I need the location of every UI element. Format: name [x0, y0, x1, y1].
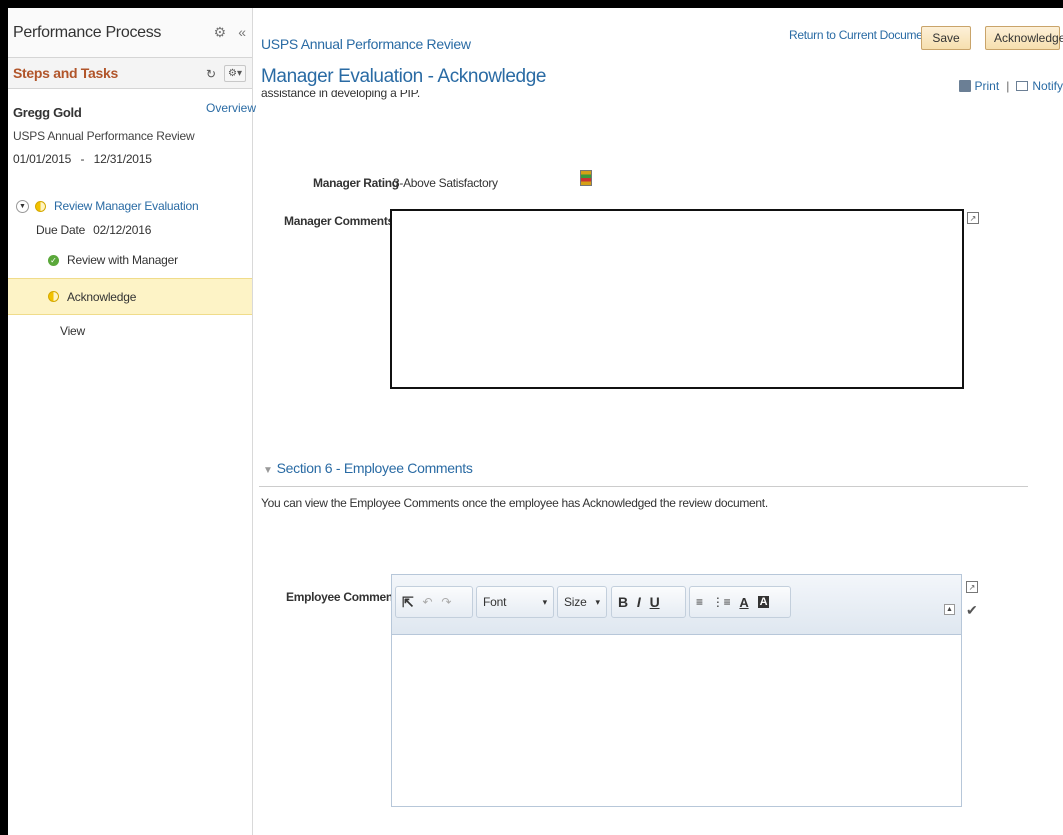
- completed-check-icon: ✓: [48, 254, 59, 266]
- collapse-toggle-icon[interactable]: ▼: [16, 199, 29, 213]
- section-6-note: You can view the Employee Comments once …: [261, 496, 768, 510]
- bold-button[interactable]: B: [618, 594, 628, 610]
- review-period: 01/01/2015 - 12/31/2015: [13, 152, 252, 166]
- truncated-text: assistance in developing a PIP.: [261, 90, 421, 100]
- in-progress-icon: [35, 200, 46, 212]
- manager-comments-label: Manager Comments: [284, 214, 394, 228]
- task-tree: ▼ Review Manager Evaluation Due Date 02/…: [8, 194, 252, 343]
- chevron-down-icon[interactable]: ▾: [596, 597, 601, 608]
- underline-button[interactable]: U: [650, 594, 660, 610]
- toolbar-group-lists: ≡ ⋮≡ A A: [689, 586, 791, 618]
- refresh-icon[interactable]: ↻: [206, 67, 216, 81]
- overview-link[interactable]: Overview: [206, 101, 256, 115]
- text-color-button[interactable]: A: [739, 595, 748, 610]
- in-progress-icon: [48, 291, 59, 302]
- employee-comments-editor: ⇱ ↶ ↷ Font ▾ Size ▾ B I U ≡ ⋮≡ A A ▲: [391, 574, 962, 807]
- save-button[interactable]: Save: [921, 26, 971, 50]
- toolbar-group-format: B I U: [611, 586, 686, 618]
- print-icon[interactable]: [958, 80, 971, 92]
- page-title: Manager Evaluation - Acknowledge: [261, 66, 547, 87]
- date-from: 01/01/2015: [13, 152, 72, 166]
- employee-comments-label: Employee Comments: [286, 590, 403, 604]
- task-acknowledge[interactable]: Acknowledge: [8, 278, 252, 315]
- gear-dropdown-button[interactable]: ⚙▾: [224, 65, 246, 82]
- manager-comments-box: [390, 209, 964, 389]
- notify-link[interactable]: Notify: [1032, 79, 1063, 93]
- print-link[interactable]: Print: [975, 79, 1000, 93]
- chevron-down-icon[interactable]: ▾: [543, 597, 548, 608]
- steps-and-tasks-title: Steps and Tasks: [13, 65, 118, 81]
- background-color-button[interactable]: A: [757, 596, 770, 608]
- due-date-value: 02/12/2016: [93, 223, 152, 237]
- panel-header: Performance Process ⚙ «: [8, 8, 252, 58]
- collapse-toolbar-icon[interactable]: ▲: [944, 604, 955, 615]
- document-title: USPS Annual Performance Review: [261, 36, 471, 52]
- employee-comments-textarea[interactable]: [392, 635, 961, 805]
- task-label[interactable]: Review with Manager: [67, 253, 178, 267]
- return-to-current-documents-link[interactable]: Return to Current Documents: [789, 28, 938, 42]
- undo-icon[interactable]: ↶: [423, 595, 433, 609]
- section-divider: [259, 486, 1028, 487]
- main-content: USPS Annual Performance Review Return to…: [254, 8, 1063, 835]
- performance-process-panel: Performance Process ⚙ « Steps and Tasks …: [8, 8, 256, 835]
- redo-icon[interactable]: ↷: [441, 595, 451, 609]
- expand-field-icon[interactable]: ↗: [967, 212, 979, 224]
- notify-icon[interactable]: [1016, 81, 1029, 91]
- settings-gear-icon[interactable]: ⚙: [214, 24, 227, 41]
- due-date-label: Due Date: [36, 223, 86, 237]
- font-select-value[interactable]: Font: [483, 595, 506, 609]
- spell-check-icon[interactable]: ✔: [966, 602, 978, 619]
- separator: |: [1006, 79, 1010, 93]
- rating-description-icon[interactable]: [580, 170, 592, 186]
- numbered-list-icon[interactable]: ≡: [696, 595, 703, 609]
- italic-button[interactable]: I: [637, 594, 641, 610]
- manager-rating-label: Manager Rating: [313, 176, 399, 190]
- maximize-icon[interactable]: ⇱: [402, 594, 414, 611]
- size-select-value[interactable]: Size: [564, 595, 587, 609]
- steps-and-tasks-header: Steps and Tasks ↻ ⚙▾: [8, 58, 252, 89]
- step-label[interactable]: Review Manager Evaluation: [54, 199, 199, 213]
- manager-rating-value: 3-Above Satisfactory: [393, 176, 498, 190]
- task-label[interactable]: Acknowledge: [67, 290, 136, 304]
- date-to: 12/31/2015: [93, 152, 152, 166]
- document-type: USPS Annual Performance Review: [13, 129, 195, 143]
- collapse-panel-icon[interactable]: «: [238, 24, 246, 41]
- editor-toolbar: ⇱ ↶ ↷ Font ▾ Size ▾ B I U ≡ ⋮≡ A A ▲: [392, 575, 961, 635]
- section-collapse-icon[interactable]: ▼: [263, 465, 273, 476]
- expand-field-icon[interactable]: ↗: [966, 581, 978, 593]
- bulleted-list-icon[interactable]: ⋮≡: [712, 595, 731, 609]
- task-review-with-manager[interactable]: ✓ Review with Manager: [8, 248, 252, 272]
- date-separator: -: [80, 152, 85, 166]
- tree-step-review-manager-evaluation[interactable]: ▼ Review Manager Evaluation: [8, 194, 252, 218]
- print-notify-links: Print | Notify: [958, 79, 1063, 93]
- panel-title: Performance Process: [13, 23, 162, 41]
- acknowledge-button[interactable]: Acknowledge: [985, 26, 1063, 50]
- task-view[interactable]: View: [8, 319, 252, 343]
- size-select[interactable]: Size ▾: [557, 586, 607, 618]
- toolbar-group-history: ⇱ ↶ ↷: [395, 586, 473, 618]
- task-label[interactable]: View: [60, 324, 85, 338]
- font-select[interactable]: Font ▾: [476, 586, 554, 618]
- section-6-header[interactable]: ▼ Section 6 - Employee Comments: [263, 460, 473, 476]
- due-date-row: Due Date 02/12/2016: [8, 218, 252, 242]
- section-6-title[interactable]: Section 6 - Employee Comments: [277, 460, 473, 476]
